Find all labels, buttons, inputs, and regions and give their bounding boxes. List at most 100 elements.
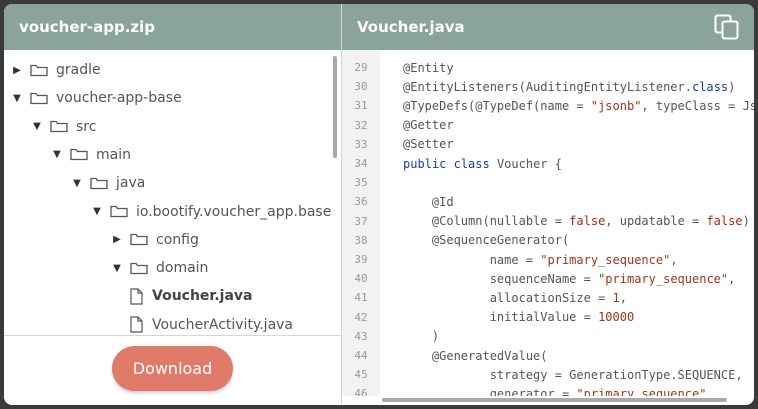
code-text: @GeneratedValue( (403, 348, 548, 363)
code-line: 43 ) (342, 327, 439, 346)
code-horizontal-scrollbar[interactable] (382, 398, 727, 402)
file-icon (130, 288, 143, 305)
tree-folder-item[interactable]: ▼ main (50, 141, 131, 169)
caret-down-icon[interactable]: ▼ (110, 263, 124, 274)
tree-file-item[interactable]: Voucher.java (130, 282, 252, 310)
line-number: 46 (354, 387, 368, 396)
tree-item-label: config (156, 231, 199, 248)
code-text: sequenceName = "primary_sequence", (403, 271, 736, 286)
line-number: 30 (354, 80, 368, 94)
line-number: 43 (354, 329, 368, 343)
archive-title: voucher-app.zip (19, 18, 156, 36)
tree-scrollbar[interactable] (333, 56, 337, 158)
tree-file-item[interactable]: VoucherActivity.java (130, 311, 293, 336)
code-line: 35 (342, 173, 403, 192)
file-tree: ▶ gradle ▼ voucher-app-base ▼ src ▼ main ▼ java ▼ i… (4, 50, 341, 336)
code-line: 33 @Setter (342, 135, 453, 154)
code-text: @Entity (403, 60, 454, 75)
folder-icon (30, 92, 48, 104)
code-text: allocationSize = 1, (403, 290, 627, 305)
folder-icon (90, 177, 108, 189)
tree-item-label: voucher-app-base (56, 90, 182, 107)
folder-icon (130, 262, 148, 274)
tree-item-label: domain (156, 260, 209, 277)
tree-folder-item[interactable]: ▼ domain (110, 254, 208, 282)
caret-down-icon[interactable]: ▼ (70, 178, 84, 189)
code-text: strategy = GenerationType.SEQUENCE, (403, 367, 743, 382)
line-number: 38 (354, 233, 368, 247)
file-preview-modal: voucher-app.zip ▶ gradle ▼ voucher-app-base… (4, 4, 754, 405)
caret-down-icon[interactable]: ▼ (90, 206, 104, 217)
line-number: 36 (354, 195, 368, 209)
tree-item-label: Voucher.java (152, 288, 253, 305)
code-text: public class Voucher { (403, 156, 562, 171)
code-line: 40 sequenceName = "primary_sequence", (342, 269, 735, 288)
tree-folder-item[interactable]: ▶ gradle (10, 56, 101, 84)
code-text: @SequenceGenerator( (403, 233, 570, 248)
tree-item-label: java (116, 175, 146, 192)
line-number: 34 (354, 157, 368, 171)
caret-right-icon[interactable]: ▶ (110, 234, 124, 245)
tree-folder-item[interactable]: ▶ config (110, 226, 199, 254)
line-number: 31 (354, 99, 368, 113)
footer-divider (4, 335, 341, 336)
code-text: generator = "primary_sequence" (403, 386, 707, 396)
line-number: 44 (354, 349, 368, 363)
line-number: 33 (354, 137, 368, 151)
line-number: 40 (354, 272, 368, 286)
line-number: 32 (354, 118, 368, 132)
tree-folder-item[interactable]: ▼ src (30, 113, 96, 141)
download-button[interactable]: Download (112, 346, 233, 391)
file-title-bar: Voucher.java (342, 4, 754, 50)
copy-icon[interactable] (714, 14, 740, 40)
code-line: 34 public class Voucher { (342, 154, 562, 173)
folder-icon (70, 149, 88, 161)
line-number: 42 (354, 310, 368, 324)
line-number: 37 (354, 214, 368, 228)
code-line: 44 @GeneratedValue( (342, 346, 548, 365)
folder-icon (50, 120, 68, 133)
caret-right-icon[interactable]: ▶ (10, 65, 24, 76)
code-view: 29 @Entity 30 @EntityListeners(AuditingEnti… (342, 50, 754, 396)
caret-down-icon[interactable]: ▼ (30, 121, 44, 132)
tree-folder-item[interactable]: ▼ io.bootify.voucher_app.base (90, 198, 331, 226)
code-line: 32 @Getter (342, 116, 454, 135)
folder-icon (30, 64, 48, 76)
folder-icon (130, 234, 148, 246)
code-line: 42 initialValue = 10000 (342, 308, 634, 327)
code-text: name = "primary_sequence", (403, 252, 678, 267)
line-number: 29 (354, 61, 368, 75)
file-tree-panel: voucher-app.zip ▶ gradle ▼ voucher-app-base… (4, 4, 341, 405)
line-number: 45 (354, 368, 368, 382)
code-line: 46 generator = "primary_sequence" (342, 384, 706, 396)
archive-title-bar: voucher-app.zip (4, 4, 341, 50)
tree-item-label: src (76, 118, 97, 135)
line-number: 41 (354, 291, 368, 305)
tree-folder-item[interactable]: ▼ java (70, 169, 145, 197)
code-text: @EntityListeners(AuditingEntityListener.… (403, 79, 736, 94)
tree-item-label: VoucherActivity.java (152, 316, 294, 333)
tree-item-label: gradle (56, 62, 101, 78)
folder-icon (110, 205, 128, 218)
code-line: 37 @Column(nullable = false, updatable =… (342, 212, 750, 231)
file-icon (130, 316, 143, 333)
caret-down-icon[interactable]: ▼ (50, 149, 64, 160)
tree-folder-item[interactable]: ▼ voucher-app-base (10, 84, 182, 112)
code-line: 29 @Entity (342, 58, 454, 77)
tree-item-label: io.bootify.voucher_app.base (136, 203, 332, 220)
code-text: @Getter (403, 118, 454, 133)
code-line: 31 @TypeDefs(@TypeDef(name = "jsonb", typ… (342, 96, 754, 115)
line-number: 39 (354, 253, 368, 267)
tree-item-label: main (96, 146, 131, 163)
code-text: @TypeDefs(@TypeDef(name = "jsonb", typeC… (403, 98, 754, 113)
caret-down-icon[interactable]: ▼ (10, 93, 24, 104)
code-text: @Id (403, 194, 454, 209)
code-line: 36 @Id (342, 192, 454, 211)
file-title: Voucher.java (357, 18, 465, 36)
code-line: 41 allocationSize = 1, (342, 288, 627, 307)
code-line: 38 @SequenceGenerator( (342, 231, 569, 250)
code-text: @Column(nullable = false, updatable = fa… (403, 214, 750, 229)
code-text: initialValue = 10000 (403, 310, 635, 325)
code-viewer-panel: Voucher.java 29 @Entity 30 @EntityListeners… (342, 4, 754, 405)
code-line: 30 @EntityListeners(AuditingEntityListene… (342, 77, 735, 96)
